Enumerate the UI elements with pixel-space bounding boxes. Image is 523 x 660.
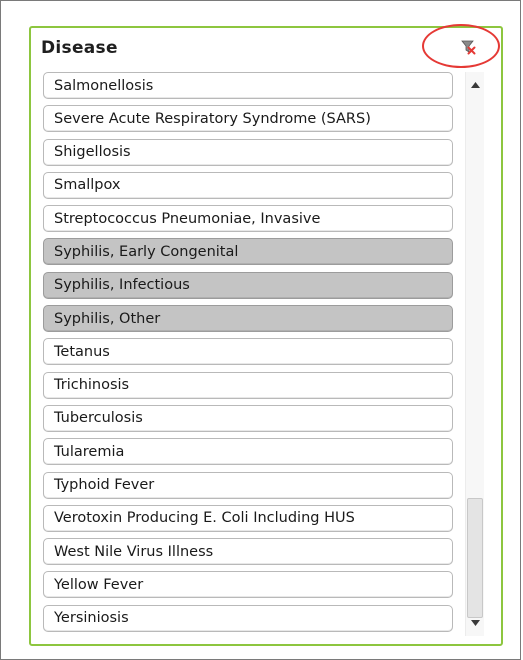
disease-filter-panel: Disease Salmonellosis Severe Acute Respir…: [29, 26, 503, 646]
disease-list-item[interactable]: Syphilis, Infectious: [43, 271, 453, 299]
scroll-up-arrow-icon: [470, 82, 480, 88]
disease-list-item-label: Tuberculosis: [54, 410, 143, 427]
disease-list-item-label: Salmonellosis: [54, 77, 154, 94]
clear-filter-icon: [461, 40, 476, 55]
disease-list-item[interactable]: Streptococcus Pneumoniae, Invasive: [43, 205, 453, 233]
disease-list-item-label: Smallpox: [54, 177, 121, 194]
disease-list-item-label: Trichinosis: [54, 377, 130, 394]
disease-list-item[interactable]: Yersiniosis: [43, 604, 453, 632]
scroll-down-arrow-icon: [470, 620, 480, 626]
clear-filter-button[interactable]: [457, 36, 479, 58]
scroll-down-button[interactable]: [466, 614, 484, 632]
disease-list-item[interactable]: Smallpox: [43, 171, 453, 199]
disease-list-item[interactable]: Trichinosis: [43, 371, 453, 399]
disease-list-item-label: West Nile Virus Illness: [54, 543, 214, 560]
disease-list-item[interactable]: Shigellosis: [43, 138, 453, 166]
disease-list-item[interactable]: Tuberculosis: [43, 404, 453, 432]
scroll-thumb[interactable]: [467, 498, 483, 618]
disease-list-item[interactable]: Tetanus: [43, 338, 453, 366]
scroll-up-button[interactable]: [466, 76, 484, 94]
disease-list-item-label: Yersiniosis: [54, 610, 129, 627]
disease-list-item-label: Syphilis, Early Congenital: [54, 243, 239, 260]
disease-list-item-label: Streptococcus Pneumoniae, Invasive: [54, 210, 321, 227]
disease-list-item[interactable]: Yellow Fever: [43, 571, 453, 599]
disease-list-item-label: Severe Acute Respiratory Syndrome (SARS): [54, 110, 371, 127]
disease-list-item-label: Shigellosis: [54, 144, 131, 161]
disease-list: Salmonellosis Severe Acute Respiratory Sy…: [43, 72, 453, 638]
disease-list-item-label: Tularemia: [54, 443, 125, 460]
disease-list-item[interactable]: Severe Acute Respiratory Syndrome (SARS): [43, 105, 453, 133]
disease-list-item-label: Typhoid Fever: [54, 477, 155, 494]
disease-list-item[interactable]: Syphilis, Early Congenital: [43, 238, 453, 266]
disease-list-item[interactable]: Tularemia: [43, 438, 453, 466]
list-scrollbar[interactable]: [465, 72, 484, 636]
disease-list-item[interactable]: Typhoid Fever: [43, 471, 453, 499]
disease-list-item-label: Syphilis, Infectious: [54, 277, 190, 294]
disease-list-item-label: Syphilis, Other: [54, 310, 161, 327]
disease-list-item[interactable]: Verotoxin Producing E. Coli Including HU…: [43, 504, 453, 532]
disease-list-item-label: Verotoxin Producing E. Coli Including HU…: [54, 510, 355, 527]
disease-list-item[interactable]: West Nile Virus Illness: [43, 538, 453, 566]
disease-list-item-label: Tetanus: [54, 343, 110, 360]
disease-list-item[interactable]: Salmonellosis: [43, 72, 453, 99]
panel-title: Disease: [41, 38, 118, 58]
disease-list-item-label: Yellow Fever: [54, 576, 144, 593]
window-frame: Disease Salmonellosis Severe Acute Respir…: [0, 0, 521, 660]
disease-list-item[interactable]: Syphilis, Other: [43, 305, 453, 333]
